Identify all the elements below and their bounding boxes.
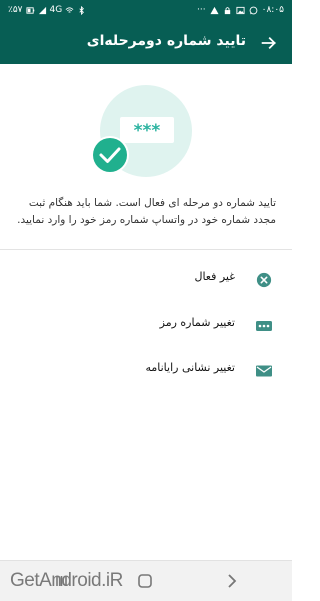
- change-pin-label: تغییر شماره رمز: [159, 316, 235, 329]
- two-step-illustration: ***: [88, 83, 200, 183]
- status-right: ··· ۰۸:۰۵: [197, 5, 284, 15]
- arrow-back-icon: [261, 36, 276, 50]
- lock-icon: [224, 6, 230, 14]
- network-type: 4G: [49, 5, 63, 15]
- watermark-text: GetAndroid.iR: [10, 570, 123, 591]
- image-icon: [236, 6, 245, 14]
- disable-icon: [255, 271, 273, 289]
- bluetooth-icon: [79, 5, 85, 15]
- disable-option[interactable]: غیر فعال: [0, 259, 292, 299]
- disable-label: غیر فعال: [194, 270, 235, 283]
- email-icon: [255, 362, 273, 380]
- pin-dots-icon: [255, 317, 273, 335]
- change-email-option[interactable]: تغییر نشانی رایانامه: [0, 350, 292, 390]
- change-email-label: تغییر نشانی رایانامه: [145, 361, 235, 374]
- illustration-graphic: ***: [91, 85, 192, 177]
- app-bar: تایید شماره دومرحله‌ای: [0, 22, 292, 64]
- battery-icon: [25, 6, 34, 14]
- signal-icon: [38, 6, 46, 14]
- status-time: ۰۸:۰۵: [261, 5, 284, 15]
- back-button[interactable]: [254, 28, 284, 58]
- battery-percent: ٪۵۷: [8, 5, 23, 15]
- warning-icon: [210, 6, 219, 14]
- wifi-icon: [65, 6, 74, 13]
- page-title: تایید شماره دومرحله‌ای: [86, 33, 246, 49]
- status-description: تایید شماره دو مرحله ای فعال است. شما با…: [17, 197, 276, 226]
- pin-mask-text: ***: [134, 121, 161, 141]
- chevron-right-icon[interactable]: [220, 569, 244, 593]
- status-left: ٪۵۷ 4G: [8, 5, 86, 15]
- status-dots: ···: [197, 5, 206, 15]
- status-bar: ٪۵۷ 4G ··· ۰۸:۰۵: [0, 0, 292, 22]
- whatsapp-notification-icon: [249, 6, 257, 14]
- home-icon[interactable]: [134, 570, 156, 592]
- divider: [0, 249, 292, 250]
- change-pin-option[interactable]: تغییر شماره رمز: [0, 305, 292, 345]
